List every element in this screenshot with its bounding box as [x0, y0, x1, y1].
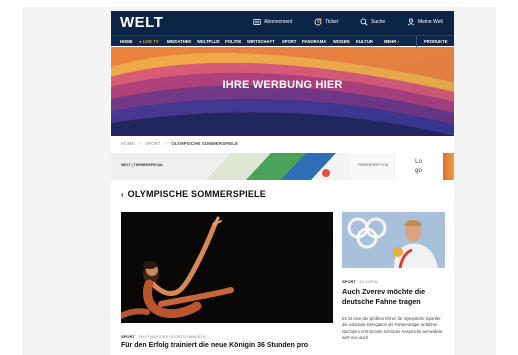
page-background: WELT Abonnement Ticker Suche Meine Welt … — [22, 7, 496, 355]
zverev-photo — [342, 212, 445, 268]
nav-item-mediathek[interactable]: MEDIATHEK — [167, 39, 192, 44]
gymnast-photo — [121, 212, 333, 323]
breadcrumb-separator: > — [164, 141, 168, 146]
meine-welt-label: Meine Welt — [418, 19, 443, 25]
newspaper-icon — [253, 19, 261, 25]
browser-viewport: WELT Abonnement Ticker Suche Meine Welt … — [0, 0, 518, 355]
side-article-teaser: Es ist eine der größten Ehren für olympi… — [342, 316, 444, 341]
side-article-tag-topic[interactable]: OLYMPIA — [360, 279, 378, 284]
nav-mehr-label: MEHR — [384, 39, 397, 44]
section-title: OLYMPISCHE SOMMERSPIELE — [127, 189, 266, 199]
meine-welt-link[interactable]: Meine Welt — [407, 18, 443, 26]
abonnement-link[interactable]: Abonnement — [253, 18, 292, 26]
nav-item-politik[interactable]: POLITIK — [225, 39, 242, 44]
sponsor-accent-stripe — [443, 153, 454, 180]
sponsor-logo: Lo go — [394, 153, 442, 180]
nav-item-kultur[interactable]: KULTUR — [356, 39, 373, 44]
sponsor-logo-text: Lo go — [415, 158, 422, 174]
search-link[interactable]: Suche — [360, 18, 385, 26]
main-article-headline[interactable]: Für den Erfolg trainiert die neue Königi… — [121, 342, 341, 349]
search-label: Suche — [371, 19, 386, 25]
ad-background-graphic — [111, 47, 454, 136]
site-header: WELT Abonnement Ticker Suche Meine Welt — [111, 11, 454, 35]
nav-item-wissen[interactable]: WISSEN — [333, 39, 350, 44]
nav-item-sport[interactable]: SPORT — [282, 39, 296, 44]
chevron-down-icon: › — [397, 39, 399, 44]
ad-banner[interactable]: IHRE WERBUNG HIER — [111, 47, 454, 136]
side-article-tags: SPORT OLYMPIA — [342, 279, 377, 284]
welt-logo[interactable]: WELT — [120, 14, 163, 31]
welt-site: WELT Abonnement Ticker Suche Meine Welt … — [111, 11, 454, 355]
breadcrumb-sport[interactable]: SPORT — [145, 141, 160, 146]
nav-item-live-tv[interactable]: ● LIVE TV — [139, 39, 159, 44]
nav-item-panorama[interactable]: PANORAMA — [302, 39, 326, 44]
main-article-tags: SPORT RHYTHMISCHE SPORTGYMNASTIK — [121, 334, 207, 339]
live-dot-icon: ● — [139, 39, 142, 44]
chevron-left-icon: ‹ — [121, 189, 124, 199]
sponsor-strip[interactable]: WELT | THEMENSPECIAL PRÄSENTIERT VON — [111, 153, 393, 180]
produkte-menu[interactable]: PRODUKTE — [416, 36, 454, 47]
nav-item-weltplus[interactable]: WELTPLUS — [197, 39, 220, 44]
sponsor-left-text: WELT | THEMENSPECIAL — [121, 163, 164, 167]
ticker-link[interactable]: Ticker — [314, 18, 338, 26]
main-article-image[interactable] — [121, 212, 333, 323]
side-article-image[interactable] — [342, 212, 445, 268]
abonnement-label: Abonnement — [264, 19, 293, 25]
search-icon — [360, 18, 368, 26]
ad-headline: IHRE WERBUNG HIER — [222, 79, 343, 91]
breadcrumb-separator: > — [138, 141, 142, 146]
section-header[interactable]: ‹ OLYMPISCHE SOMMERSPIELE — [121, 189, 266, 199]
nav-item-wirtschaft[interactable]: WIRTSCHAFT — [247, 39, 275, 44]
side-article-tag-sport[interactable]: SPORT — [342, 279, 356, 284]
user-icon — [407, 18, 415, 26]
nav-live-label: LIVE TV — [142, 39, 159, 44]
nav-item-home[interactable]: HOME — [120, 39, 133, 44]
clock-icon — [314, 18, 322, 26]
main-article-tag-sport[interactable]: SPORT — [121, 334, 135, 339]
main-article-tag-topic[interactable]: RHYTHMISCHE SPORTGYMNASTIK — [139, 334, 207, 339]
side-article-headline[interactable]: Auch Zverev möchte die deutsche Fahne tr… — [342, 287, 452, 307]
breadcrumb-current: OLYMPISCHE SOMMERSPIELE — [171, 141, 239, 146]
breadcrumb-home[interactable]: HOME — [121, 141, 135, 146]
nav-item-mehr[interactable]: MEHR › — [384, 39, 399, 44]
breadcrumb: HOME > SPORT > OLYMPISCHE SOMMERSPIELE — [121, 141, 238, 146]
ticker-label: Ticker — [325, 19, 339, 25]
main-nav: HOME ● LIVE TV MEDIATHEK WELTPLUS POLITI… — [111, 35, 454, 47]
sponsor-right-text: PRÄSENTIERT VON — [358, 163, 388, 167]
nav-item-produkte: PRODUKTE — [424, 39, 448, 44]
